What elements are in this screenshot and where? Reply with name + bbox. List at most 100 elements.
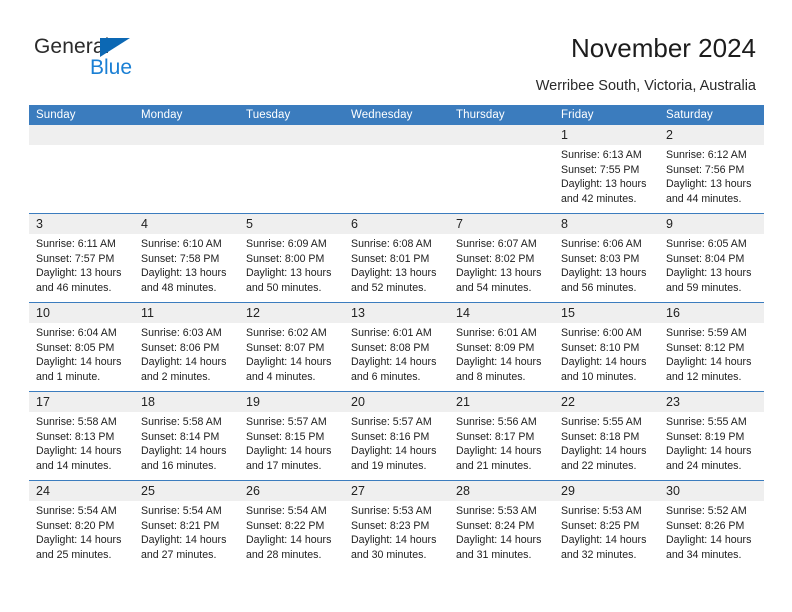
day-detail-band: Sunrise: 6:13 AM Sunset: 7:55 PM Daylight:… (29, 145, 764, 213)
day-cell[interactable]: Sunrise: 6:11 AM Sunset: 7:57 PM Daylight:… (29, 234, 134, 302)
day-number[interactable]: 18 (134, 392, 239, 412)
day-number[interactable]: 25 (134, 481, 239, 501)
day-number[interactable]: 24 (29, 481, 134, 501)
day-number[interactable]: 20 (344, 392, 449, 412)
day-cell[interactable]: Sunrise: 5:56 AM Sunset: 8:17 PM Daylight:… (449, 412, 554, 480)
day-number[interactable]: 10 (29, 303, 134, 323)
day-cell[interactable]: Sunrise: 5:53 AM Sunset: 8:24 PM Daylight:… (449, 501, 554, 569)
day-cell[interactable]: Sunrise: 6:07 AM Sunset: 8:02 PM Daylight:… (449, 234, 554, 302)
day-cell[interactable]: Sunrise: 6:02 AM Sunset: 8:07 PM Daylight:… (239, 323, 344, 391)
day-number-band: 10 11 12 13 14 15 16 (29, 303, 764, 323)
daylight-text: Daylight: 14 hours and 16 minutes. (141, 445, 227, 472)
daylight-text: Daylight: 13 hours and 54 minutes. (456, 267, 542, 294)
day-cell[interactable]: Sunrise: 6:00 AM Sunset: 8:10 PM Daylight:… (554, 323, 659, 391)
sunrise-text: Sunrise: 5:58 AM (36, 416, 117, 428)
daylight-text: Daylight: 14 hours and 6 minutes. (351, 356, 437, 383)
day-cell[interactable]: Sunrise: 5:57 AM Sunset: 8:15 PM Daylight:… (239, 412, 344, 480)
day-number[interactable]: 15 (554, 303, 659, 323)
day-cell[interactable]: Sunrise: 6:01 AM Sunset: 8:08 PM Daylight:… (344, 323, 449, 391)
sunrise-text: Sunrise: 6:01 AM (456, 327, 537, 339)
sunset-text: Sunset: 8:16 PM (351, 430, 430, 443)
day-cell[interactable]: Sunrise: 5:59 AM Sunset: 8:12 PM Daylight:… (659, 323, 764, 391)
day-cell[interactable]: Sunrise: 6:06 AM Sunset: 8:03 PM Daylight:… (554, 234, 659, 302)
daylight-text: Daylight: 14 hours and 19 minutes. (351, 445, 437, 472)
day-number[interactable]: 7 (449, 214, 554, 234)
day-cell[interactable]: Sunrise: 6:09 AM Sunset: 8:00 PM Daylight:… (239, 234, 344, 302)
day-number[interactable]: 12 (239, 303, 344, 323)
day-number[interactable]: 3 (29, 214, 134, 234)
day-number[interactable]: 23 (659, 392, 764, 412)
day-cell[interactable]: Sunrise: 5:54 AM Sunset: 8:22 PM Daylight:… (239, 501, 344, 569)
day-number[interactable]: 4 (134, 214, 239, 234)
day-number[interactable]: 5 (239, 214, 344, 234)
day-number[interactable]: 22 (554, 392, 659, 412)
sunrise-text: Sunrise: 6:09 AM (246, 238, 327, 250)
sunset-text: Sunset: 8:12 PM (666, 341, 745, 354)
day-cell[interactable]: Sunrise: 5:55 AM Sunset: 8:18 PM Daylight:… (554, 412, 659, 480)
day-number[interactable]: 6 (344, 214, 449, 234)
daylight-text: Daylight: 13 hours and 52 minutes. (351, 267, 437, 294)
sunrise-text: Sunrise: 5:58 AM (141, 416, 222, 428)
calendar-page: General Blue November 2024 Werribee Sout… (0, 0, 792, 612)
day-detail-band: Sunrise: 6:11 AM Sunset: 7:57 PM Daylight:… (29, 234, 764, 302)
weekday-header-sunday: Sunday (36, 109, 76, 121)
day-cell[interactable]: Sunrise: 6:04 AM Sunset: 8:05 PM Daylight:… (29, 323, 134, 391)
daylight-text: Daylight: 14 hours and 10 minutes. (561, 356, 647, 383)
day-number[interactable]: 11 (134, 303, 239, 323)
sunset-text: Sunset: 7:55 PM (561, 163, 640, 176)
day-number-band: 12 (29, 125, 764, 145)
sunrise-text: Sunrise: 6:12 AM (666, 149, 747, 161)
day-cell[interactable]: Sunrise: 6:13 AM Sunset: 7:55 PM Daylight:… (554, 145, 659, 213)
day-cell[interactable]: Sunrise: 5:58 AM Sunset: 8:14 PM Daylight:… (134, 412, 239, 480)
day-cell[interactable]: Sunrise: 5:58 AM Sunset: 8:13 PM Daylight:… (29, 412, 134, 480)
day-number[interactable]: 19 (239, 392, 344, 412)
day-cell[interactable]: Sunrise: 6:12 AM Sunset: 7:56 PM Daylight:… (659, 145, 764, 213)
day-cell[interactable]: Sunrise: 5:53 AM Sunset: 8:25 PM Daylight:… (554, 501, 659, 569)
day-cell-empty (449, 145, 554, 213)
sunrise-text: Sunrise: 6:11 AM (36, 238, 116, 250)
day-cell[interactable]: Sunrise: 6:08 AM Sunset: 8:01 PM Daylight:… (344, 234, 449, 302)
day-number[interactable]: 28 (449, 481, 554, 501)
sunset-text: Sunset: 8:21 PM (141, 519, 220, 532)
day-number[interactable]: 16 (659, 303, 764, 323)
day-cell[interactable]: Sunrise: 6:01 AM Sunset: 8:09 PM Daylight:… (449, 323, 554, 391)
sunrise-text: Sunrise: 6:07 AM (456, 238, 537, 250)
sunset-text: Sunset: 7:58 PM (141, 252, 220, 265)
day-cell[interactable]: Sunrise: 5:53 AM Sunset: 8:23 PM Daylight:… (344, 501, 449, 569)
day-number[interactable]: 30 (659, 481, 764, 501)
sunrise-text: Sunrise: 6:03 AM (141, 327, 222, 339)
sunrise-text: Sunrise: 6:05 AM (666, 238, 747, 250)
sunset-text: Sunset: 8:22 PM (246, 519, 325, 532)
day-number[interactable]: 14 (449, 303, 554, 323)
weekday-header-friday: Friday (561, 109, 594, 121)
day-number[interactable]: 13 (344, 303, 449, 323)
day-cell[interactable]: Sunrise: 5:55 AM Sunset: 8:19 PM Daylight:… (659, 412, 764, 480)
weekday-header-tuesday: Tuesday (246, 109, 291, 121)
day-cell[interactable]: Sunrise: 6:05 AM Sunset: 8:04 PM Daylight:… (659, 234, 764, 302)
day-number[interactable]: 17 (29, 392, 134, 412)
page-header: General Blue November 2024 Werribee Sout… (0, 0, 792, 100)
day-number[interactable]: 1 (554, 125, 659, 145)
day-number[interactable]: 21 (449, 392, 554, 412)
day-number[interactable]: 26 (239, 481, 344, 501)
sunset-text: Sunset: 8:08 PM (351, 341, 430, 354)
day-cell[interactable]: Sunrise: 6:10 AM Sunset: 7:58 PM Daylight:… (134, 234, 239, 302)
sunset-text: Sunset: 8:07 PM (246, 341, 325, 354)
day-number[interactable]: 27 (344, 481, 449, 501)
day-number[interactable]: 9 (659, 214, 764, 234)
weekday-header-thursday: Thursday (456, 109, 505, 121)
day-number[interactable]: 8 (554, 214, 659, 234)
sunset-text: Sunset: 8:17 PM (456, 430, 535, 443)
day-cell[interactable]: Sunrise: 5:52 AM Sunset: 8:26 PM Daylight:… (659, 501, 764, 569)
sunrise-text: Sunrise: 5:54 AM (36, 505, 117, 517)
day-cell[interactable]: Sunrise: 5:54 AM Sunset: 8:21 PM Daylight:… (134, 501, 239, 569)
sunset-text: Sunset: 8:24 PM (456, 519, 535, 532)
day-cell[interactable]: Sunrise: 5:54 AM Sunset: 8:20 PM Daylight:… (29, 501, 134, 569)
weekday-header-monday: Monday (141, 109, 183, 121)
day-cell[interactable]: Sunrise: 5:57 AM Sunset: 8:16 PM Daylight:… (344, 412, 449, 480)
sunset-text: Sunset: 7:56 PM (666, 163, 745, 176)
day-cell[interactable]: Sunrise: 6:03 AM Sunset: 8:06 PM Daylight:… (134, 323, 239, 391)
sunset-text: Sunset: 8:19 PM (666, 430, 745, 443)
day-number[interactable]: 2 (659, 125, 764, 145)
day-number[interactable]: 29 (554, 481, 659, 501)
